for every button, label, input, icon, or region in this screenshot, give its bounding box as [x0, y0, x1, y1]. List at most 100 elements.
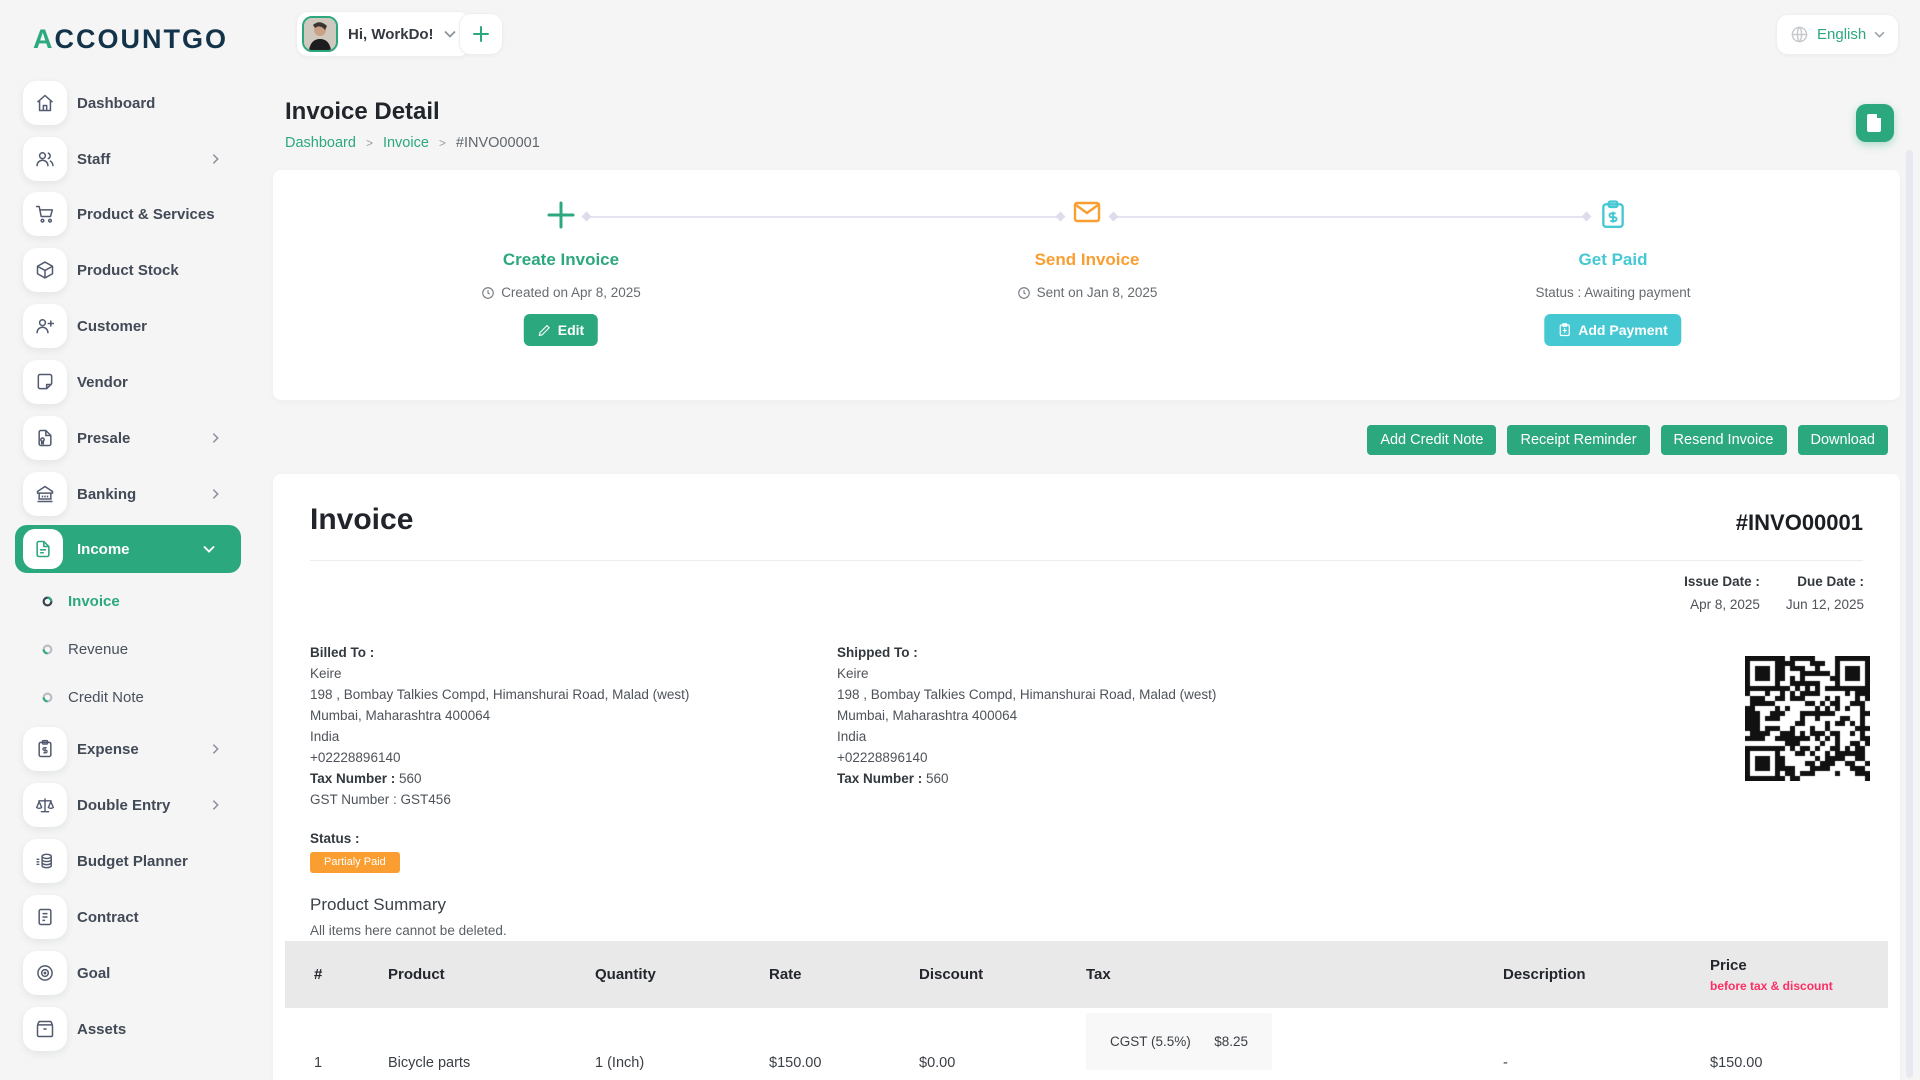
sidebar-item-label: Dashboard: [77, 95, 155, 112]
chevron-right-icon: [212, 432, 219, 444]
sidebar-item-banking[interactable]: Banking: [0, 470, 245, 518]
invoice-number: #INVO00001: [1736, 510, 1863, 536]
clipboard-icon: [1558, 323, 1571, 337]
invoice-progress-card: Create Invoice Created on Apr 8, 2025 Ed…: [273, 170, 1900, 400]
status-label: Status :: [310, 831, 360, 846]
clock-icon: [1017, 286, 1031, 300]
col-tax: Tax: [1086, 966, 1503, 983]
add-button[interactable]: [459, 13, 503, 55]
step-title: Send Invoice: [927, 250, 1247, 270]
plus-icon: [472, 25, 490, 43]
price-note: before tax & discount: [1710, 979, 1888, 993]
globe-icon: [1790, 25, 1809, 44]
sidebar-item-budget-planner[interactable]: Budget Planner: [0, 837, 245, 885]
cell-index: 1: [285, 1055, 388, 1071]
download-button[interactable]: Download: [1798, 425, 1889, 455]
ring-icon: [42, 596, 53, 607]
breadcrumb-current: #INVO00001: [456, 135, 540, 151]
app-logo: ACCOUNTGO: [33, 24, 228, 55]
shipped-to-block: Shipped To : Keire 198 , Bombay Talkies …: [837, 642, 1216, 789]
sidebar-item-customer[interactable]: Customer: [0, 302, 245, 350]
invoice-actions: Add Credit Note Receipt Reminder Resend …: [1367, 425, 1888, 455]
user-plus-icon: [23, 304, 67, 348]
file-invoice-icon: [23, 529, 63, 569]
due-date: Due Date : Jun 12, 2025: [1786, 574, 1864, 612]
product-table: # Product Quantity Rate Discount Tax Des…: [285, 941, 1888, 1080]
receipt-reminder-button[interactable]: Receipt Reminder: [1507, 425, 1649, 455]
language-selector[interactable]: English: [1776, 14, 1899, 55]
status-badge: Partialy Paid: [310, 852, 400, 873]
clock-icon: [481, 286, 495, 300]
invoice-heading: Invoice: [310, 503, 413, 537]
breadcrumb-invoice[interactable]: Invoice: [383, 135, 429, 151]
col-index: #: [285, 966, 388, 983]
table-row: 1 Bicycle parts 1 (Inch) $150.00 $0.00 C…: [285, 1008, 1888, 1080]
sidebar-item-double-entry[interactable]: Double Entry: [0, 781, 245, 829]
sidebar-item-label: Double Entry: [77, 797, 170, 814]
chevron-down-icon: [444, 30, 456, 38]
cell-rate: $150.00: [769, 1055, 919, 1071]
sidebar-item-staff[interactable]: Staff: [0, 135, 245, 183]
col-description: Description: [1503, 966, 1710, 983]
invoice-dates: Issue Date : Apr 8, 2025 Due Date : Jun …: [1684, 574, 1864, 612]
resend-invoice-button[interactable]: Resend Invoice: [1661, 425, 1787, 455]
sidebar-item-product-stock[interactable]: Product Stock: [0, 246, 245, 294]
col-quantity: Quantity: [595, 966, 769, 983]
sidebar-item-vendor[interactable]: Vendor: [0, 358, 245, 406]
step-send-invoice: Send Invoice Sent on Jan 8, 2025: [927, 170, 1247, 400]
step-get-paid: Get Paid Status : Awaiting payment Add P…: [1453, 170, 1773, 400]
breadcrumb-dashboard[interactable]: Dashboard: [285, 135, 356, 151]
product-summary-title: Product Summary: [310, 895, 446, 915]
add-payment-button[interactable]: Add Payment: [1544, 314, 1681, 346]
file-icon: [1867, 114, 1883, 132]
pencil-icon: [538, 324, 551, 337]
home-icon: [23, 81, 67, 125]
cart-icon: [23, 192, 67, 236]
sidebar-item-goal[interactable]: Goal: [0, 949, 245, 997]
sidebar-subitem-credit-note[interactable]: Credit Note: [0, 677, 245, 717]
edit-button[interactable]: Edit: [524, 314, 598, 346]
package-icon: [23, 248, 67, 292]
step-title: Get Paid: [1453, 250, 1773, 270]
sidebar-item-income[interactable]: Income: [15, 525, 241, 573]
bank-icon: [23, 472, 67, 516]
col-price: Price before tax & discount: [1710, 957, 1888, 993]
sidebar-item-contract[interactable]: Contract: [0, 893, 245, 941]
ring-icon: [42, 692, 53, 703]
sidebar-item-product-services[interactable]: Product & Services: [0, 190, 245, 238]
sidebar-item-label: Assets: [77, 1021, 126, 1038]
sidebar-item-label: Product Stock: [77, 262, 179, 279]
add-credit-note-button[interactable]: Add Credit Note: [1367, 425, 1496, 455]
sidebar-item-expense[interactable]: Expense: [0, 725, 245, 773]
sidebar-item-dashboard[interactable]: Dashboard: [0, 79, 245, 127]
sidebar-subitem-revenue[interactable]: Revenue: [0, 629, 245, 669]
product-summary-note: All items here cannot be deleted.: [310, 923, 507, 938]
sidebar-subitem-invoice[interactable]: Invoice: [0, 581, 245, 621]
step-meta: Created on Apr 8, 2025: [401, 285, 721, 300]
tax-chip: CGST (5.5%) $8.25: [1086, 1013, 1272, 1070]
file-badge-icon: [23, 416, 67, 460]
user-menu[interactable]: Hi, WorkDo!: [296, 11, 471, 57]
page-title: Invoice Detail: [285, 98, 440, 126]
product-table-header: # Product Quantity Rate Discount Tax Des…: [285, 941, 1888, 1008]
avatar: [302, 16, 338, 52]
col-discount: Discount: [919, 966, 1086, 983]
breadcrumb-separator: >: [366, 136, 373, 150]
chevron-down-icon: [1874, 31, 1885, 38]
sidebar-item-presale[interactable]: Presale: [0, 414, 245, 462]
mail-icon: [1073, 200, 1101, 224]
scrollbar[interactable]: [1906, 150, 1913, 1078]
cell-tax: CGST (5.5%) $8.25: [1086, 1008, 1503, 1070]
export-document-button[interactable]: [1856, 104, 1894, 142]
cell-product: Bicycle parts: [388, 1055, 595, 1071]
sidebar-item-label: Expense: [77, 741, 139, 758]
plus-icon: [546, 200, 576, 230]
sidebar-item-label: Goal: [77, 965, 110, 982]
chevron-down-icon: [203, 545, 215, 553]
target-icon: [23, 951, 67, 995]
issue-date: Issue Date : Apr 8, 2025: [1684, 574, 1760, 612]
sidebar-item-label: Customer: [77, 318, 147, 335]
cell-description: -: [1503, 1055, 1710, 1071]
divider: [310, 560, 1863, 561]
sidebar-item-assets[interactable]: Assets: [0, 1005, 245, 1053]
